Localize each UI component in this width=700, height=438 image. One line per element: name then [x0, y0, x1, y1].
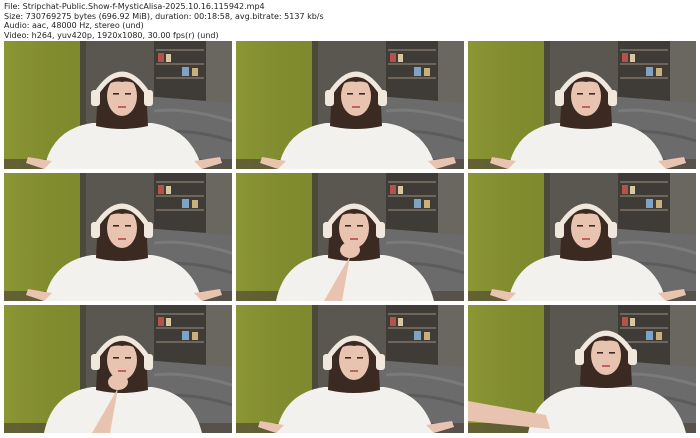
thumbnail-image — [236, 41, 464, 169]
audio-info-line: Audio: aac, 48000 Hz, stereo (und) — [4, 21, 144, 31]
thumbnail-image — [4, 305, 232, 433]
thumbnail-frame-3 — [468, 41, 696, 169]
thumbnail-image — [4, 41, 232, 169]
file-info-header: File: Stripchat-Public.Show-f-MysticAlis… — [4, 2, 694, 40]
thumbnail-frame-2 — [236, 41, 464, 169]
file-name-line: File: Stripchat-Public.Show-f-MysticAlis… — [4, 2, 265, 11]
thumbnail-frame-4 — [4, 173, 232, 301]
thumbnail-image — [468, 305, 696, 433]
thumbnail-frame-1 — [4, 41, 232, 169]
thumbnail-image — [4, 173, 232, 301]
thumbnail-image — [236, 173, 464, 301]
file-size-line: Size: 730769275 bytes (696.92 MiB), dura… — [4, 11, 324, 21]
thumbnail-grid — [4, 41, 696, 434]
thumbnail-frame-7 — [4, 305, 232, 433]
video-info-line: Video: h264, yuv420p, 1920x1080, 30.00 f… — [4, 30, 219, 40]
thumbnail-frame-6 — [468, 173, 696, 301]
thumbnail-image — [468, 41, 696, 169]
thumbnail-image — [236, 305, 464, 433]
thumbnail-frame-9 — [468, 305, 696, 433]
thumbnail-frame-8 — [236, 305, 464, 433]
thumbnail-frame-5 — [236, 173, 464, 301]
thumbnail-image — [468, 173, 696, 301]
